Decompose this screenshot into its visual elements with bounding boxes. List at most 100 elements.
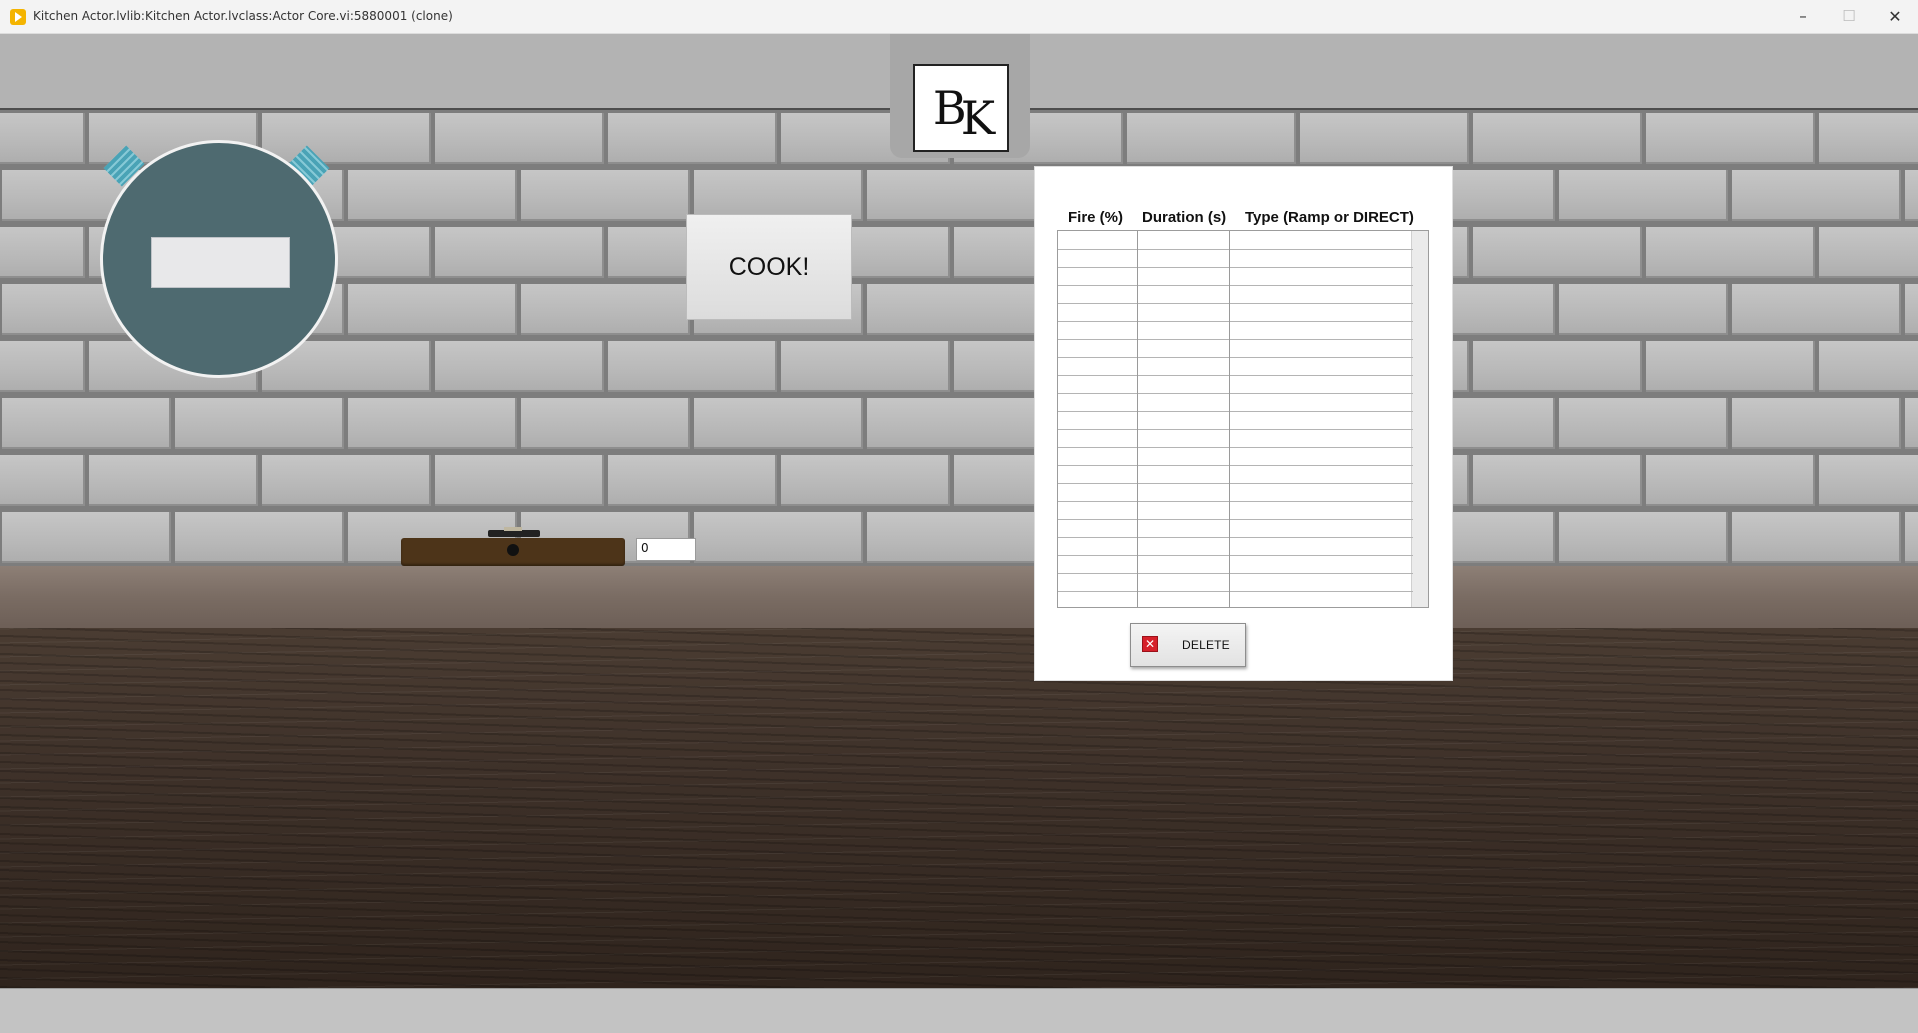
table-cell[interactable] <box>1229 339 1413 357</box>
cook-button[interactable]: COOK! <box>686 214 852 320</box>
table-cell[interactable] <box>1137 249 1229 267</box>
table-cell[interactable] <box>1058 267 1137 285</box>
table-cell[interactable] <box>1137 339 1229 357</box>
table-row[interactable] <box>1058 573 1413 592</box>
table-row[interactable] <box>1058 519 1413 538</box>
table-cell[interactable] <box>1137 555 1229 573</box>
table-cell[interactable] <box>1058 357 1137 375</box>
table-row[interactable] <box>1058 447 1413 466</box>
table-cell[interactable] <box>1229 573 1413 591</box>
table-cell[interactable] <box>1137 519 1229 537</box>
brick <box>694 512 863 563</box>
table-row[interactable] <box>1058 501 1413 520</box>
recipe-table[interactable] <box>1057 230 1429 608</box>
table-cell[interactable] <box>1058 393 1137 411</box>
table-row[interactable] <box>1058 303 1413 322</box>
table-cell[interactable] <box>1229 501 1413 519</box>
table-cell[interactable] <box>1229 447 1413 465</box>
table-cell[interactable] <box>1137 573 1229 591</box>
table-cell[interactable] <box>1229 555 1413 573</box>
table-cell[interactable] <box>1058 447 1137 465</box>
table-row[interactable] <box>1058 537 1413 556</box>
table-row[interactable] <box>1058 393 1413 412</box>
table-row[interactable] <box>1058 555 1413 574</box>
table-cell[interactable] <box>1137 303 1229 321</box>
table-cell[interactable] <box>1058 429 1137 447</box>
table-cell[interactable] <box>1137 501 1229 519</box>
table-row[interactable] <box>1058 429 1413 448</box>
table-cell[interactable] <box>1229 429 1413 447</box>
table-cell[interactable] <box>1229 231 1413 249</box>
table-cell[interactable] <box>1137 429 1229 447</box>
table-cell[interactable] <box>1229 321 1413 339</box>
table-row[interactable] <box>1058 375 1413 394</box>
table-row[interactable] <box>1058 483 1413 502</box>
table-cell[interactable] <box>1229 393 1413 411</box>
table-cell[interactable] <box>1229 285 1413 303</box>
table-cell[interactable] <box>1229 465 1413 483</box>
table-row[interactable] <box>1058 321 1413 340</box>
table-cell[interactable] <box>1137 285 1229 303</box>
table-cell[interactable] <box>1058 411 1137 429</box>
table-cell[interactable] <box>1058 573 1137 591</box>
table-cell[interactable] <box>1058 501 1137 519</box>
table-cell[interactable] <box>1137 465 1229 483</box>
knob-slider-track[interactable] <box>488 530 540 537</box>
brick <box>608 455 777 506</box>
table-cell[interactable] <box>1058 303 1137 321</box>
table-cell[interactable] <box>1137 321 1229 339</box>
table-row[interactable] <box>1058 357 1413 376</box>
table-cell[interactable] <box>1058 519 1137 537</box>
table-cell[interactable] <box>1229 267 1413 285</box>
table-scrollbar[interactable] <box>1411 231 1428 607</box>
stove-knob-icon[interactable] <box>507 544 519 556</box>
table-row[interactable] <box>1058 339 1413 358</box>
table-cell[interactable] <box>1229 483 1413 501</box>
table-cell[interactable] <box>1058 321 1137 339</box>
table-cell[interactable] <box>1137 447 1229 465</box>
close-button[interactable]: ✕ <box>1872 0 1918 33</box>
table-cell[interactable] <box>1229 249 1413 267</box>
table-cell[interactable] <box>1058 375 1137 393</box>
table-row[interactable] <box>1058 249 1413 268</box>
table-cell[interactable] <box>1229 519 1413 537</box>
table-cell[interactable] <box>1229 537 1413 555</box>
brick <box>1732 512 1901 563</box>
table-row[interactable] <box>1058 231 1413 250</box>
table-cell[interactable] <box>1229 357 1413 375</box>
table-cell[interactable] <box>1137 393 1229 411</box>
table-cell[interactable] <box>1058 483 1137 501</box>
table-cell[interactable] <box>1058 465 1137 483</box>
brick <box>1646 227 1815 278</box>
table-row[interactable] <box>1058 411 1413 430</box>
maximize-button[interactable]: ☐ <box>1826 0 1872 33</box>
table-cell[interactable] <box>1137 267 1229 285</box>
brick <box>694 398 863 449</box>
table-cell[interactable] <box>1229 375 1413 393</box>
minimize-button[interactable]: – <box>1780 0 1826 33</box>
table-cell[interactable] <box>1137 231 1229 249</box>
table-cell[interactable] <box>1137 411 1229 429</box>
table-cell[interactable] <box>1058 249 1137 267</box>
brick <box>867 284 1036 335</box>
delete-button[interactable]: ✕ DELETE <box>1130 623 1246 667</box>
knob-value-field[interactable]: 0 <box>636 538 696 561</box>
table-row[interactable] <box>1058 465 1413 484</box>
brick <box>2 398 171 449</box>
table-cell[interactable] <box>1137 483 1229 501</box>
table-cell[interactable] <box>1058 555 1137 573</box>
knob-pointer[interactable] <box>504 527 522 531</box>
table-cell[interactable] <box>1058 231 1137 249</box>
table-cell[interactable] <box>1229 411 1413 429</box>
table-cell[interactable] <box>1137 357 1229 375</box>
table-row[interactable] <box>1058 285 1413 304</box>
table-row[interactable] <box>1058 267 1413 286</box>
table-cell[interactable] <box>1229 303 1413 321</box>
table-cell[interactable] <box>1058 339 1137 357</box>
table-cell[interactable] <box>1058 285 1137 303</box>
table-cell[interactable] <box>1137 375 1229 393</box>
table-cell[interactable] <box>1137 537 1229 555</box>
table-cell[interactable] <box>1058 537 1137 555</box>
brick <box>867 398 1036 449</box>
brick <box>1819 341 1918 392</box>
